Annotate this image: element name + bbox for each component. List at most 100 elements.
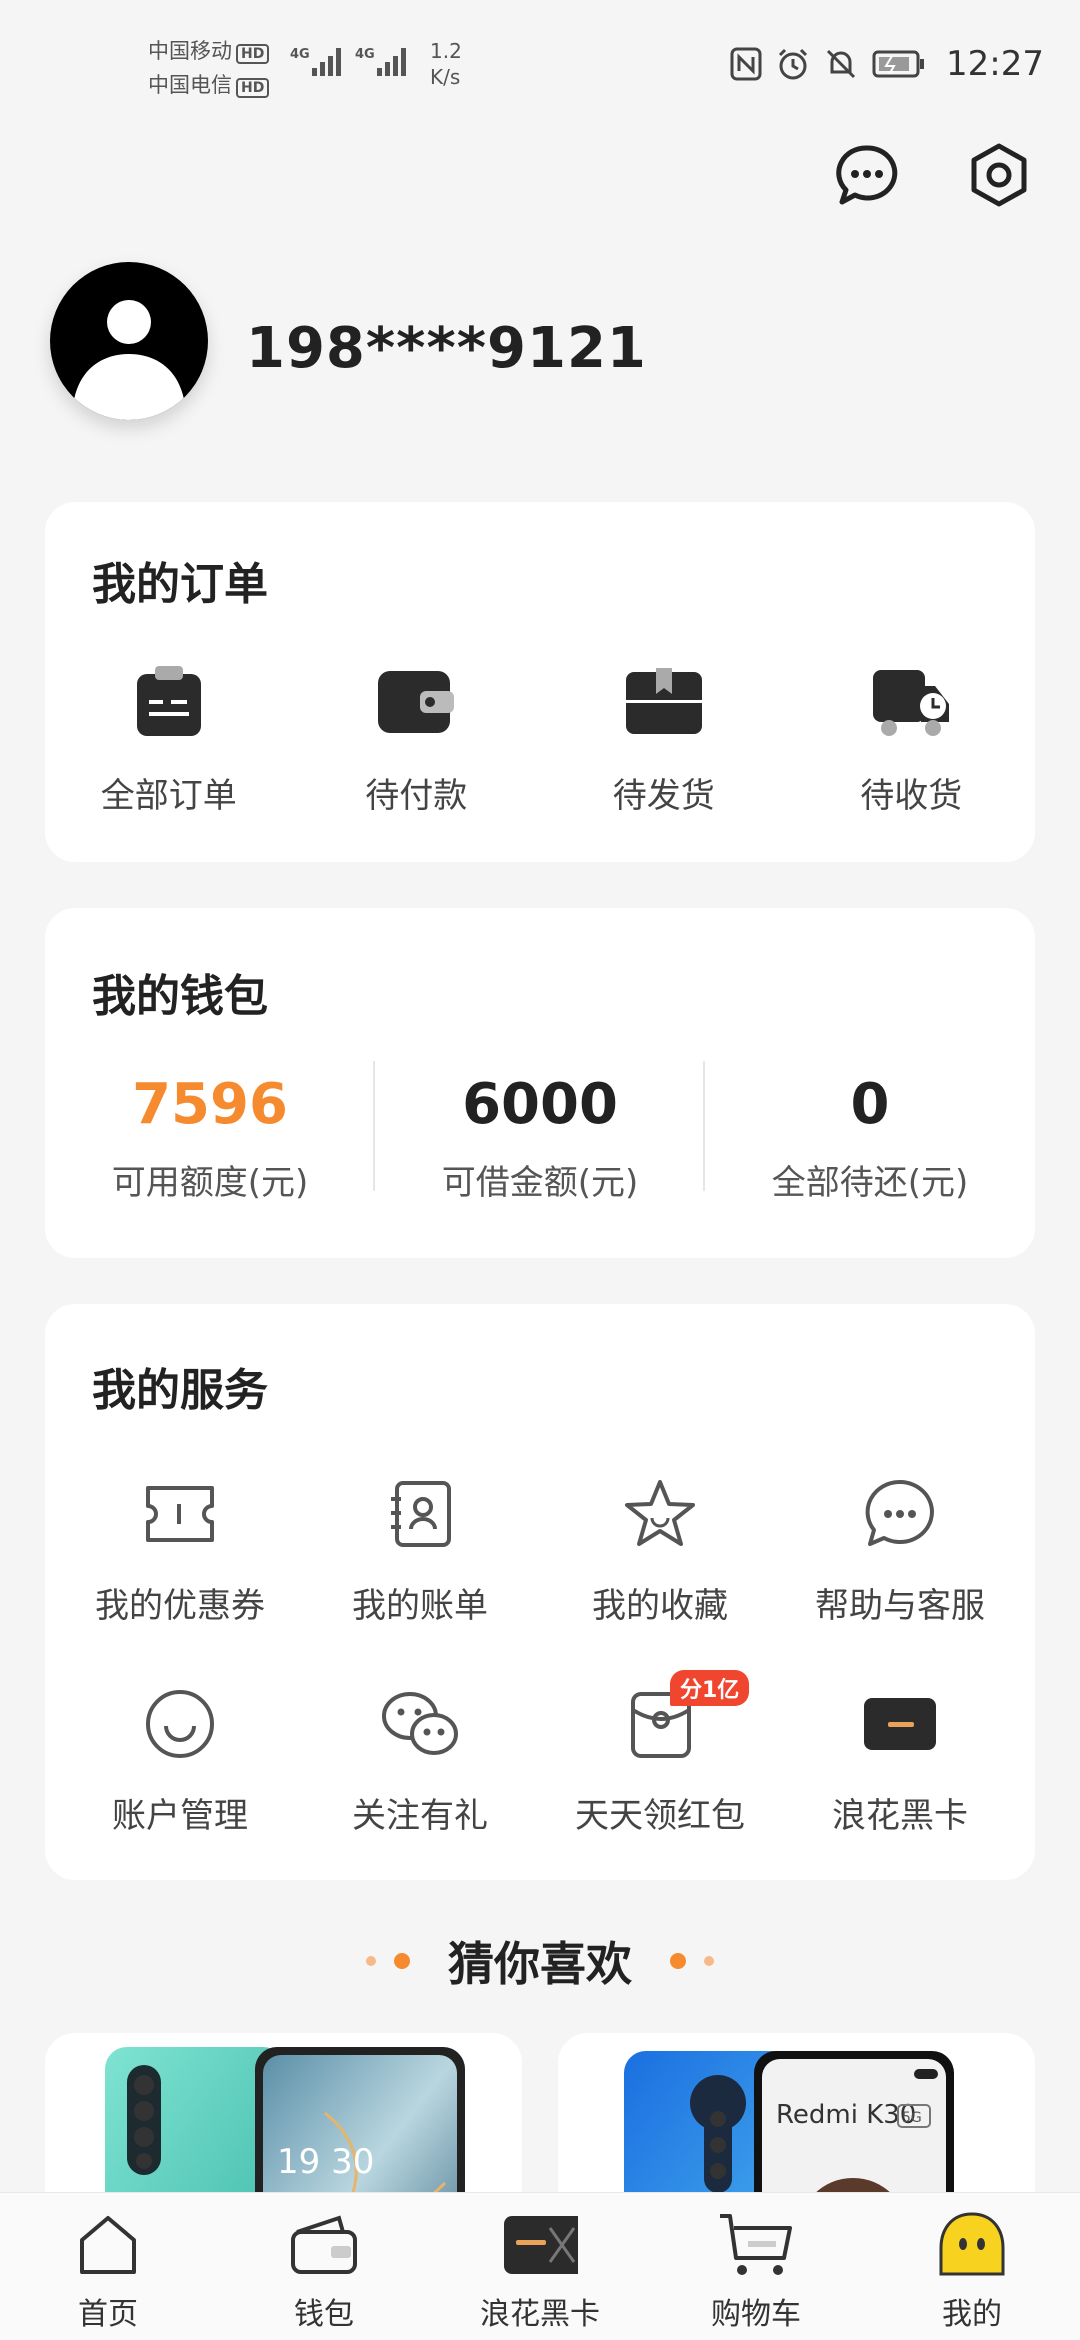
service-red-packet-label: 天天领红包 bbox=[575, 1796, 745, 1836]
status-right: 12:27 bbox=[730, 44, 1044, 84]
chat-bubble-icon bbox=[860, 1474, 940, 1554]
service-red-packet[interactable]: 分1亿 天天领红包 bbox=[540, 1670, 780, 1837]
clipboard-icon bbox=[129, 662, 209, 742]
service-follow[interactable]: 关注有礼 bbox=[300, 1684, 540, 1837]
profile-face-icon bbox=[934, 2207, 1010, 2283]
order-all-label: 全部订单 bbox=[100, 776, 237, 816]
red-packet-badge: 分1亿 bbox=[670, 1670, 750, 1706]
smile-icon bbox=[140, 1684, 220, 1764]
mute-bell-icon bbox=[826, 49, 856, 79]
service-bills-label: 我的账单 bbox=[352, 1586, 488, 1626]
service-favorites[interactable]: 我的收藏 bbox=[540, 1474, 780, 1627]
service-coupons[interactable]: 我的优惠券 bbox=[60, 1474, 300, 1627]
service-account-label: 账户管理 bbox=[112, 1796, 248, 1836]
username[interactable]: 198****9121 bbox=[246, 316, 647, 381]
wechat-icon bbox=[380, 1684, 460, 1764]
wallet-stats: 7596 可用额度(元) 6000 可借金额(元) 0 全部待还(元) bbox=[45, 1061, 1035, 1204]
decor-dot bbox=[366, 1956, 376, 1966]
default-avatar-icon bbox=[72, 300, 186, 420]
bill-icon bbox=[380, 1474, 460, 1554]
order-pending-payment[interactable]: 待付款 bbox=[293, 662, 541, 817]
wallet-total-due[interactable]: 0 全部待还(元) bbox=[705, 1073, 1035, 1204]
hd-badge: HD bbox=[236, 44, 270, 64]
available-credit-label: 可用额度(元) bbox=[111, 1163, 309, 1203]
order-pending-shipment-label: 待发货 bbox=[612, 776, 715, 816]
star-icon bbox=[620, 1474, 700, 1554]
nav-cart[interactable]: 购物车 bbox=[648, 2193, 864, 2340]
service-black-card-label: 浪花黑卡 bbox=[832, 1796, 968, 1836]
black-card-nav-icon bbox=[502, 2207, 578, 2283]
package-icon bbox=[624, 662, 704, 742]
truck-icon bbox=[871, 662, 951, 742]
nav-cart-label: 购物车 bbox=[711, 2297, 801, 2332]
wallet-nav-icon bbox=[286, 2207, 362, 2283]
nav-wallet-label: 钱包 bbox=[294, 2297, 354, 2332]
signal-icon-2: 4G bbox=[355, 47, 406, 76]
5g-badge: 5G bbox=[902, 2110, 922, 2126]
order-all[interactable]: 全部订单 bbox=[45, 662, 293, 817]
decor-dot bbox=[670, 1953, 686, 1969]
red-packet-icon: 分1亿 bbox=[620, 1670, 750, 1764]
order-pending-shipment[interactable]: 待发货 bbox=[540, 662, 788, 817]
speed-unit: K/s bbox=[430, 65, 461, 89]
network-speed: 1.2 K/s bbox=[430, 38, 462, 90]
speed-value: 1.2 bbox=[430, 39, 462, 63]
service-black-card[interactable]: 浪花黑卡 bbox=[780, 1684, 1020, 1837]
message-icon bbox=[836, 145, 898, 205]
nav-wallet[interactable]: 钱包 bbox=[216, 2193, 432, 2340]
nfc-icon bbox=[730, 47, 762, 81]
service-coupons-label: 我的优惠券 bbox=[95, 1586, 265, 1626]
carrier-2: 中国电信 bbox=[148, 73, 232, 97]
decor-dot bbox=[394, 1953, 410, 1969]
recommend-header: 猜你喜欢 bbox=[0, 1928, 1080, 1994]
black-card-icon bbox=[860, 1684, 940, 1764]
service-favorites-label: 我的收藏 bbox=[592, 1586, 728, 1626]
wallet-icon bbox=[376, 662, 456, 742]
nav-home[interactable]: 首页 bbox=[0, 2193, 216, 2340]
total-due-value: 0 bbox=[850, 1072, 890, 1137]
nav-black-card-label: 浪花黑卡 bbox=[480, 2297, 600, 2332]
cart-icon bbox=[718, 2207, 794, 2283]
status-bar: 中国移动 HD 中国电信 HD 4G 4G 1.2 K/s 12:27 bbox=[0, 0, 1080, 130]
service-help[interactable]: 帮助与客服 bbox=[780, 1474, 1020, 1627]
nav-black-card[interactable]: 浪花黑卡 bbox=[432, 2193, 648, 2340]
service-follow-label: 关注有礼 bbox=[352, 1796, 488, 1836]
phone-screen-clock: 19 30 bbox=[277, 2142, 374, 2182]
available-credit-value: 7596 bbox=[132, 1072, 288, 1137]
borrowable-amount-label: 可借金额(元) bbox=[441, 1163, 639, 1203]
signal-icon: 4G bbox=[290, 47, 341, 76]
settings-button[interactable] bbox=[964, 140, 1034, 210]
services-row-2: 账户管理 关注有礼 分1亿 天天领红包 浪花黑卡 bbox=[45, 1670, 1035, 1837]
order-pending-receipt[interactable]: 待收货 bbox=[788, 662, 1036, 817]
wallet-available-credit[interactable]: 7596 可用额度(元) bbox=[45, 1061, 375, 1204]
battery-icon bbox=[872, 50, 925, 78]
settings-icon bbox=[971, 143, 1027, 207]
alarm-icon bbox=[778, 48, 808, 80]
services-title: 我的服务 bbox=[92, 1365, 268, 1416]
service-help-label: 帮助与客服 bbox=[815, 1586, 985, 1626]
coupon-icon bbox=[140, 1474, 220, 1554]
orders-grid: 全部订单 待付款 待发货 待收货 bbox=[45, 662, 1035, 817]
order-pending-payment-label: 待付款 bbox=[365, 776, 468, 816]
home-icon bbox=[70, 2207, 146, 2283]
recommend-title: 猜你喜欢 bbox=[448, 1937, 632, 1991]
nav-home-label: 首页 bbox=[78, 2297, 138, 2332]
message-button[interactable] bbox=[832, 140, 902, 210]
redmi-model-text: Redmi K30 bbox=[776, 2100, 916, 2130]
decor-dot bbox=[704, 1956, 714, 1966]
wallet-borrowable-amount[interactable]: 6000 可借金额(元) bbox=[375, 1061, 705, 1204]
carrier-info: 中国移动 HD 中国电信 HD bbox=[148, 34, 270, 102]
nav-mine[interactable]: 我的 bbox=[864, 2193, 1080, 2340]
services-card: 我的服务 我的优惠券 我的账单 我的收藏 帮助与客服 账户管理 关注有礼 分1亿… bbox=[45, 1304, 1035, 1880]
carrier-1: 中国移动 bbox=[148, 39, 232, 63]
clock: 12:27 bbox=[946, 44, 1044, 84]
service-account[interactable]: 账户管理 bbox=[60, 1684, 300, 1837]
order-pending-receipt-label: 待收货 bbox=[860, 776, 963, 816]
service-bills[interactable]: 我的账单 bbox=[300, 1474, 540, 1627]
nav-mine-label: 我的 bbox=[942, 2297, 1002, 2332]
bottom-nav: 首页 钱包 浪花黑卡 购物车 我的 bbox=[0, 2192, 1080, 2340]
hd-badge: HD bbox=[236, 78, 270, 98]
orders-title: 我的订单 bbox=[92, 559, 268, 610]
avatar[interactable] bbox=[50, 262, 208, 420]
wallet-card: 我的钱包 7596 可用额度(元) 6000 可借金额(元) 0 全部待还(元) bbox=[45, 908, 1035, 1258]
